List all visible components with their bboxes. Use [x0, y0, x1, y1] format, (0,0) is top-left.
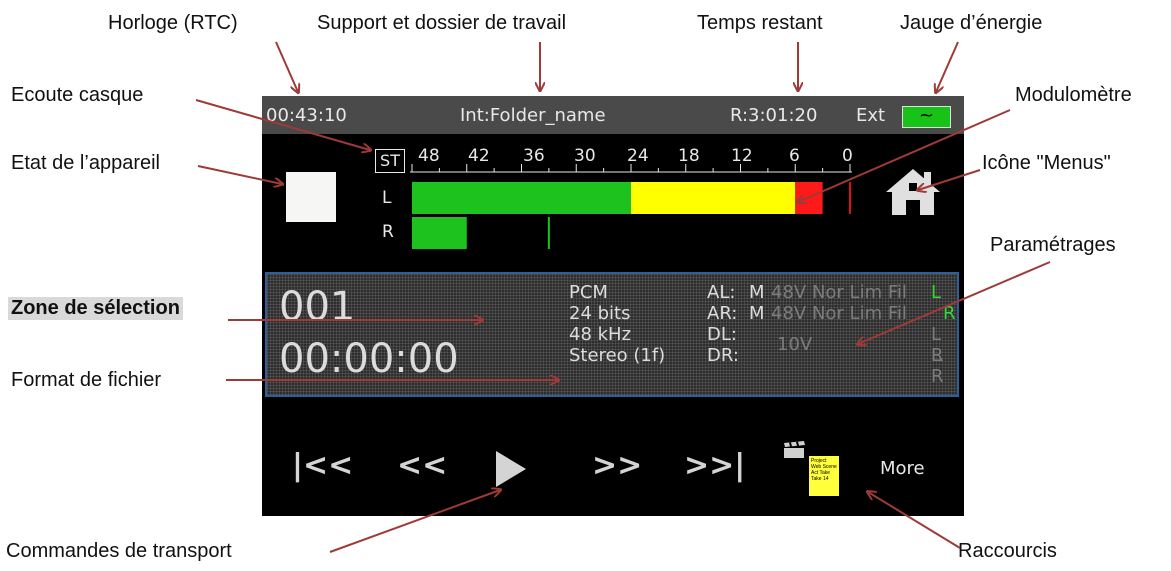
param-ar-value: M [749, 303, 765, 324]
label-icone-menus: Icône "Menus" [982, 152, 1111, 174]
arrow-horloge [275, 41, 298, 92]
take-number: 001 [279, 284, 356, 330]
param-dl-label: DL: [707, 324, 737, 345]
fast-forward-button[interactable]: >> [592, 448, 642, 483]
rewind-button[interactable]: << [397, 448, 447, 483]
param-dr-side: L R [931, 345, 944, 387]
label-temps-restant: Temps restant [697, 12, 823, 34]
label-horloge: Horloge (RTC) [108, 12, 238, 34]
meter-l-green [412, 182, 631, 214]
scale-ticks [411, 164, 851, 172]
param-dl-options: 10V [777, 334, 813, 355]
home-menu-icon[interactable] [884, 166, 942, 223]
param-al-label: AL: [707, 282, 736, 303]
label-support: Support et dossier de travail [317, 12, 567, 34]
next-button[interactable]: >>| [684, 448, 745, 483]
timecode: 00:00:00 [279, 336, 459, 382]
param-ar-side: R [943, 303, 956, 324]
clapperboard-icon[interactable] [782, 441, 808, 459]
param-ar-options: 48V Nor Lim Fil [771, 303, 907, 324]
label-parametrages: Paramétrages [990, 234, 1116, 256]
label-commandes: Commandes de transport [6, 540, 232, 562]
level-meter [410, 164, 852, 249]
scene-note-icon[interactable]: Project Web Scene Act Take Take 14 [809, 456, 839, 496]
play-button[interactable] [496, 451, 526, 487]
arrow-jauge [936, 41, 959, 92]
label-jauge: Jauge d’énergie [900, 12, 1043, 34]
meter-l-red [795, 182, 823, 214]
format-bits: 24 bits [569, 303, 631, 324]
format-channels: Stereo (1f) [569, 345, 666, 366]
recorder-screen: 00:43:10 Int:Folder_name R:3:01:20 Ext ~… [262, 96, 964, 516]
label-ecoute: Ecoute casque [11, 84, 144, 106]
scene-note-text: Project Web Scene Act Take Take 14 [811, 458, 837, 482]
meter-r-green [412, 217, 467, 249]
param-al-side: L [931, 282, 942, 303]
label-zone-selection: Zone de sélection [8, 297, 183, 320]
label-etat: Etat de l’appareil [11, 152, 160, 174]
param-ar-label: AR: [707, 303, 738, 324]
label-format-fichier: Format de fichier [11, 369, 162, 391]
label-raccourcis: Raccourcis [958, 540, 1057, 562]
selection-zone[interactable]: 001 00:00:00 PCM 24 bits 48 kHz Stereo (… [265, 272, 959, 397]
param-al-value: M [749, 282, 765, 303]
param-dr-label: DR: [707, 345, 739, 366]
meter-l-yellow [631, 182, 796, 214]
format-rate: 48 kHz [569, 324, 632, 345]
format-codec: PCM [569, 282, 608, 303]
more-button[interactable]: More [880, 458, 925, 479]
label-modulometre: Modulomètre [1015, 84, 1132, 106]
previous-button[interactable]: |<< [292, 448, 353, 483]
param-al-options: 48V Nor Lim Fil [771, 282, 907, 303]
